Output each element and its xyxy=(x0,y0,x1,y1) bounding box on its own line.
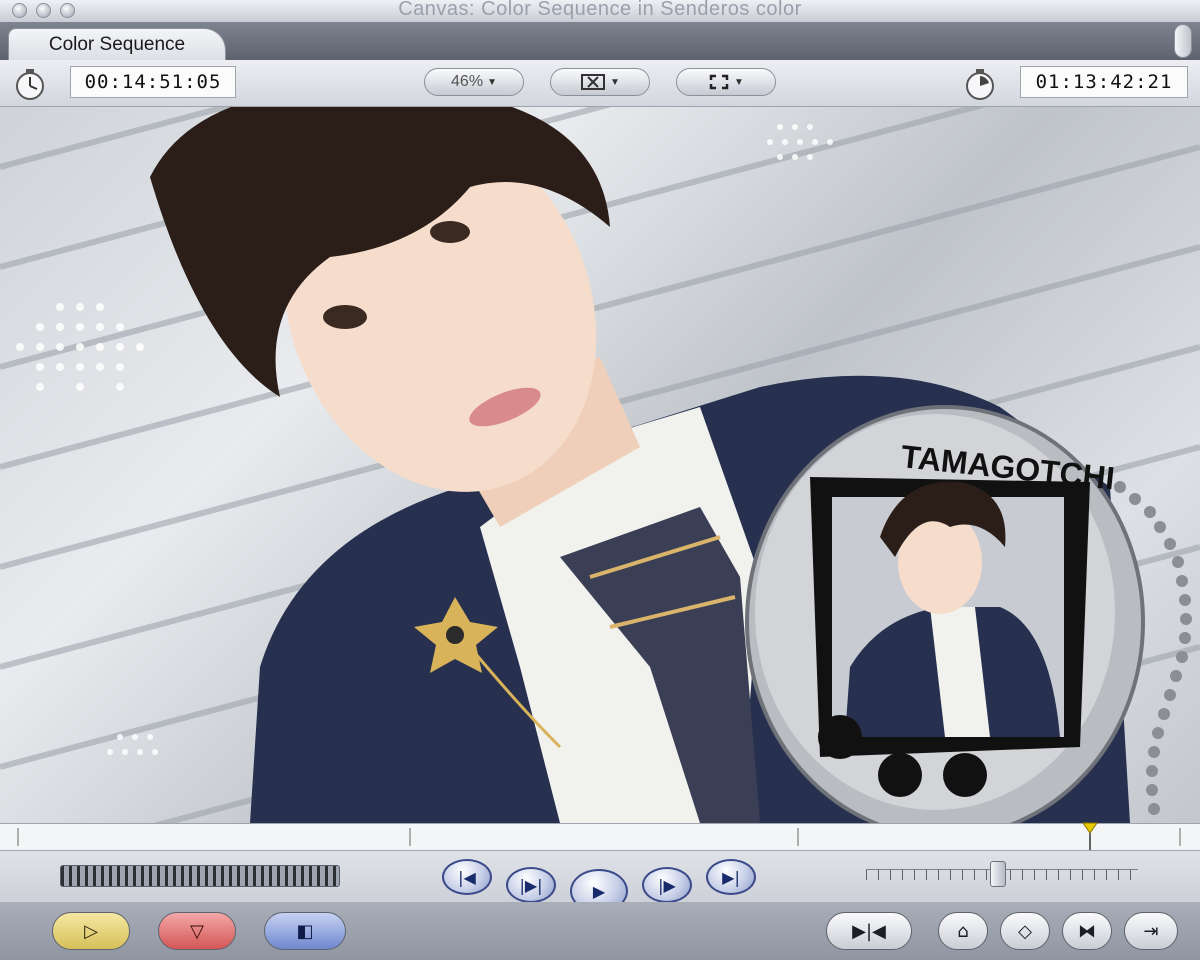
duration-timecode-field: 01:13:42:21 xyxy=(1020,66,1188,98)
window-title: Canvas: Color Sequence in Senderos color xyxy=(398,0,802,20)
play-icon: ▶ xyxy=(592,881,606,901)
timeline-scrubber[interactable] xyxy=(0,822,1200,851)
insert-button[interactable]: ▷ xyxy=(52,912,130,950)
mark-in-out-icon: ▶|◀ xyxy=(852,920,886,942)
jog-control[interactable] xyxy=(60,865,340,887)
canvas-viewer[interactable]: TAMAGOTCHI xyxy=(0,107,1200,823)
marker-icon: ⌂ xyxy=(957,920,969,942)
insert-icon: ▷ xyxy=(84,920,98,942)
go-to-previous-edit-button[interactable]: |◀ xyxy=(442,859,492,895)
replace-button[interactable]: ◧ xyxy=(264,912,346,950)
tab-strip: Color Sequence xyxy=(0,22,1200,60)
next-edit-icon: ▶| xyxy=(722,867,740,887)
match-frame-button[interactable]: ⧓ xyxy=(1062,912,1112,950)
zoom-popup[interactable]: 46% ▼ xyxy=(424,68,524,96)
go-to-next-edit-button[interactable]: ▶| xyxy=(706,859,756,895)
window-title-bar: Canvas: Color Sequence in Senderos color xyxy=(0,0,1200,23)
fit-frame-icon xyxy=(709,74,729,90)
overlay-view-icon xyxy=(581,74,606,90)
shuttle-slider-knob[interactable] xyxy=(990,861,1006,887)
zoom-value: 46% xyxy=(451,73,484,90)
chevron-down-icon: ▼ xyxy=(610,76,620,88)
tab-color-sequence[interactable]: Color Sequence xyxy=(8,28,226,60)
mark-in-out-button[interactable]: ▶|◀ xyxy=(826,912,912,950)
fit-popup[interactable]: ▼ xyxy=(676,68,776,96)
replace-icon: ◧ xyxy=(296,920,314,942)
current-timecode-clock-icon xyxy=(16,69,44,100)
overwrite-icon: ▽ xyxy=(190,920,204,942)
view-popup[interactable]: ▼ xyxy=(550,68,650,96)
play-around-icon: |▶ xyxy=(658,875,676,895)
scrubber-ticks xyxy=(17,828,1181,850)
tab-scroll-handle[interactable] xyxy=(1174,24,1192,58)
add-keyframe-button[interactable]: ◇ xyxy=(1000,912,1050,950)
overwrite-button[interactable]: ▽ xyxy=(158,912,236,950)
keyframe-icon: ◇ xyxy=(1018,920,1032,942)
eye-left xyxy=(323,305,367,329)
chevron-down-icon: ▼ xyxy=(487,76,497,88)
play-in-to-out-button[interactable]: |▶| xyxy=(506,867,556,903)
play-around-button[interactable]: |▶ xyxy=(642,867,692,903)
canvas-image: TAMAGOTCHI xyxy=(0,107,1200,823)
playhead-icon[interactable] xyxy=(1082,822,1098,834)
canvas-toolbar: 00:14:51:05 46% ▼ ▼ ▼ 01:13:42:21 xyxy=(0,60,1200,107)
eye-right xyxy=(430,221,470,243)
duration-clock-icon xyxy=(966,69,994,100)
match-frame-icon: ⧓ xyxy=(1078,920,1096,942)
export-icon: ⇥ xyxy=(1143,920,1159,942)
chevron-down-icon: ▼ xyxy=(734,76,744,88)
prev-edit-icon: |◀ xyxy=(458,867,476,887)
add-marker-button[interactable]: ⌂ xyxy=(938,912,988,950)
export-button[interactable]: ⇥ xyxy=(1124,912,1178,950)
play-in-out-icon: |▶| xyxy=(519,875,543,895)
current-timecode-field[interactable]: 00:14:51:05 xyxy=(70,66,236,98)
